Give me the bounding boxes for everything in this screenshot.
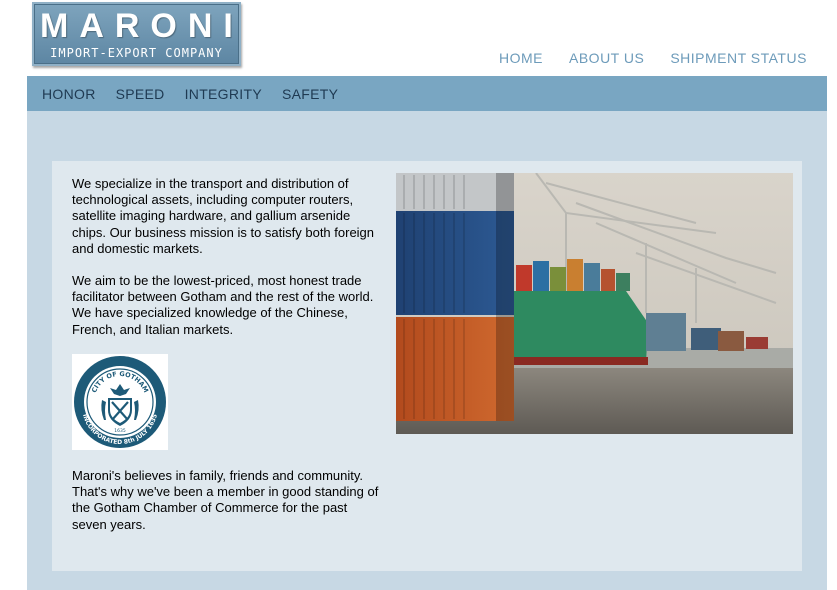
seal-icon: CITY OF GOTHAM INCORPORATED 8th JULY 163… [74,356,166,448]
company-logo[interactable]: MARONI IMPORT-EXPORT COMPANY [32,2,241,66]
nav-home-link[interactable]: HOME [499,50,543,66]
logo-title: MARONI [40,7,244,45]
logo-subtitle: IMPORT-EXPORT COMPANY [50,46,223,60]
value-speed: SPEED [115,86,165,102]
value-safety: SAFETY [281,86,339,102]
city-of-gotham-seal: CITY OF GOTHAM INCORPORATED 8th JULY 163… [72,354,168,450]
values-bar: HONOR SPEED INTEGRITY SAFETY [27,76,827,111]
community-paragraph: Maroni's believes in family, friends and… [72,468,379,532]
nav-about-link[interactable]: ABOUT US [569,50,644,66]
top-nav: HOME ABOUT US SHIPMENT STATUS [499,50,833,66]
value-integrity: INTEGRITY [184,86,262,102]
value-honor: HONOR [42,86,96,102]
seal-year: 1635 [114,428,126,434]
harbor-container-ship-photo [396,173,793,434]
nav-shipment-status-link[interactable]: SHIPMENT STATUS [670,50,807,66]
mission-paragraph: We aim to be the lowest-priced, most hon… [72,273,374,337]
intro-paragraph: We specialize in the transport and distr… [72,176,375,256]
